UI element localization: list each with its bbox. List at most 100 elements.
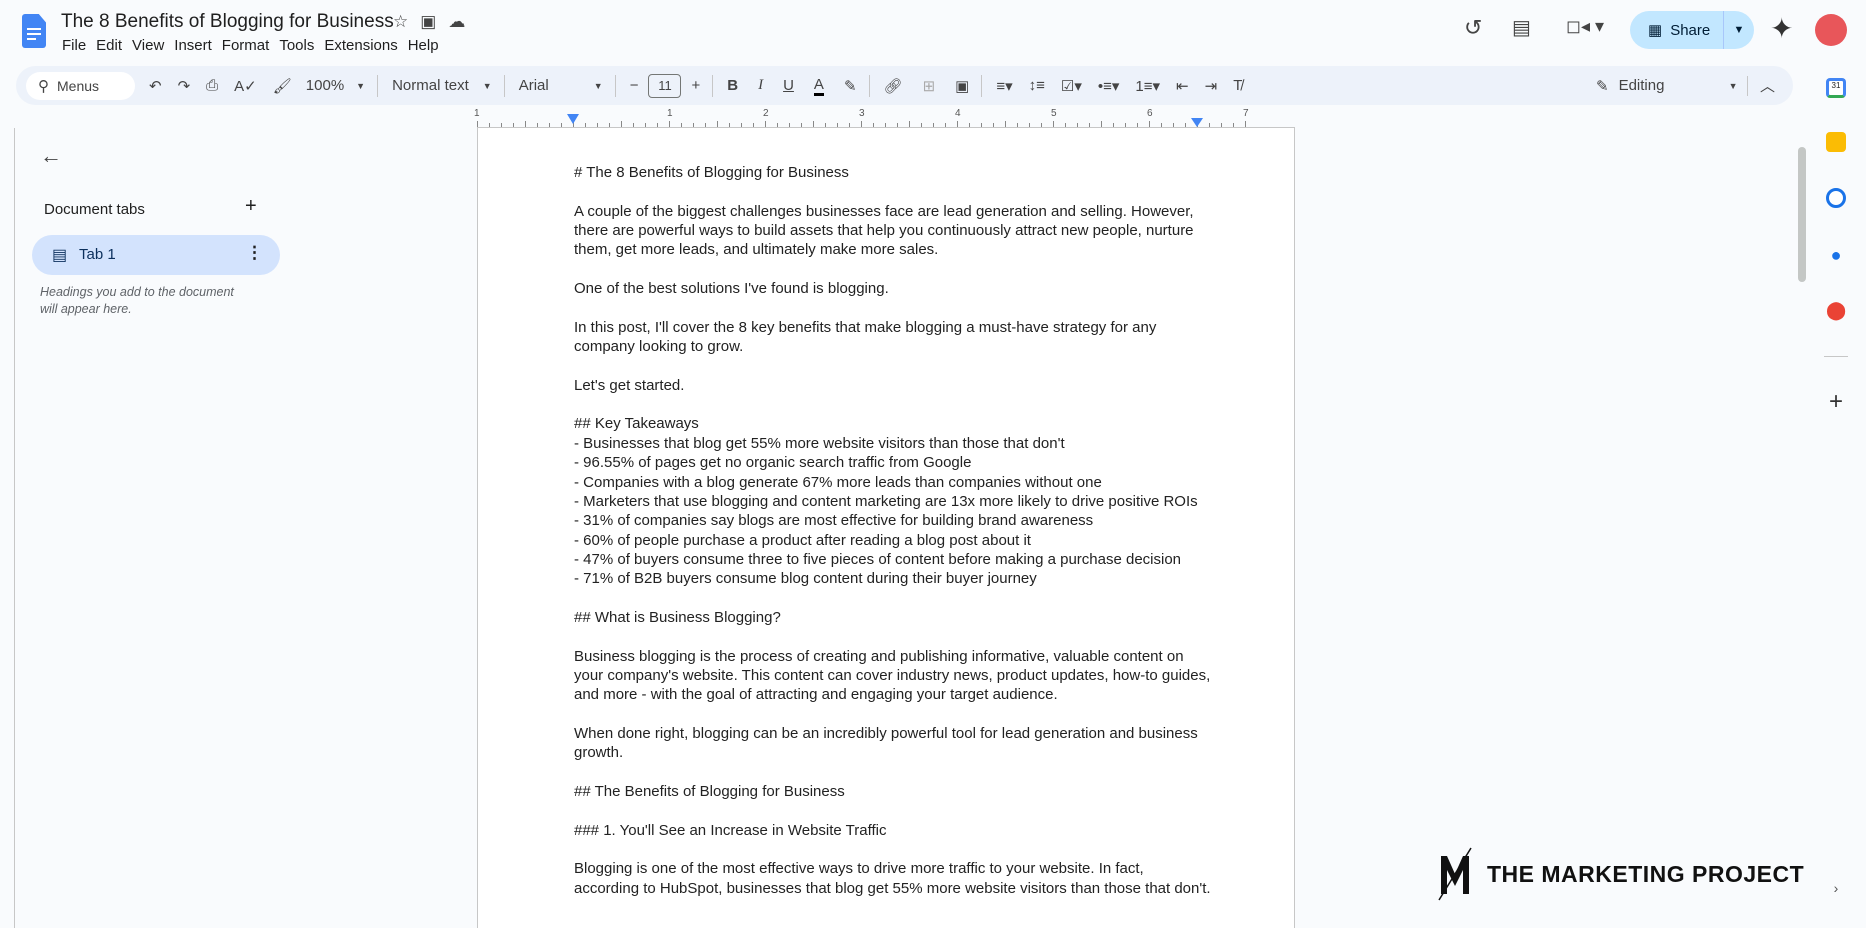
doc-text-line (574, 801, 1211, 820)
doc-text-line: growth. (574, 744, 624, 762)
doc-text-line (574, 763, 1211, 782)
menu-format[interactable]: Format (222, 37, 279, 54)
doc-text-line (574, 182, 1211, 201)
menu-view[interactable]: View (132, 37, 173, 54)
doc-text-line: them, get more leads, and ultimately mak… (574, 241, 939, 259)
italic-icon[interactable]: I (758, 77, 763, 94)
align-icon[interactable]: ≡▾ (996, 77, 1012, 95)
meet-icon[interactable]: ◻◂ ▾ (1566, 16, 1604, 37)
checklist-icon[interactable]: ☑▾ (1061, 77, 1082, 95)
doc-heading-line: ## Key Takeaways (574, 415, 699, 433)
back-arrow-icon[interactable]: ← (40, 143, 62, 169)
document-title[interactable]: The 8 Benefits of Blogging for Business (61, 11, 394, 33)
calendar-icon[interactable]: 31 (1826, 78, 1846, 98)
zoom-select[interactable]: 100% ▼ (306, 77, 365, 94)
menu-file[interactable]: File (62, 37, 95, 54)
doc-text-line: In this post, I'll cover the 8 key benef… (574, 318, 1157, 336)
style-select[interactable]: Normal text ▼ (392, 77, 492, 94)
numbered-list-icon[interactable]: 1≡▾ (1135, 77, 1160, 95)
avatar[interactable] (1815, 14, 1847, 46)
bulleted-list-icon[interactable]: •≡▾ (1098, 77, 1120, 95)
marketing-project-logo-icon (1438, 847, 1472, 901)
watermark-logo: THE MARKETING PROJECT (1437, 846, 1804, 902)
bold-icon[interactable]: B (727, 77, 738, 94)
link-icon[interactable]: 🔗︎ (884, 77, 903, 95)
doc-list-line: - 96.55% of pages get no organic search … (574, 454, 972, 472)
doc-text-line: One of the best solutions I've found is … (574, 280, 889, 298)
doc-text-line (574, 260, 1211, 279)
doc-text-line: company looking to grow. (574, 338, 744, 356)
font-size-input[interactable]: 11 (648, 73, 682, 98)
collapse-toolbar-icon[interactable]: ︿ (1760, 75, 1775, 96)
building-icon: ▦ (1648, 22, 1663, 39)
text-color-icon[interactable]: A (813, 76, 824, 96)
menu-extensions[interactable]: Extensions (324, 37, 406, 54)
contacts-icon[interactable]: ● (1826, 245, 1846, 265)
docs-logo-icon[interactable] (22, 14, 46, 48)
star-icon[interactable]: ☆ (393, 12, 408, 32)
increase-indent-icon[interactable]: ⇥ (1205, 77, 1218, 95)
search-icon: ⚲ (38, 77, 49, 95)
undo-icon[interactable]: ↶ (149, 77, 162, 95)
comments-icon[interactable]: ▤ (1512, 15, 1531, 40)
keep-icon[interactable] (1826, 132, 1846, 152)
doc-text-line (574, 589, 1211, 608)
ruler-label: 2 (763, 108, 769, 119)
version-history-icon[interactable]: ↺ (1464, 15, 1482, 41)
editing-mode-select[interactable]: ✎ Editing ▼ (1596, 66, 1738, 105)
add-comment-icon[interactable]: ⊞ (923, 77, 936, 95)
decrease-font-icon[interactable]: − (630, 77, 639, 94)
move-folder-icon[interactable]: ▣ (420, 12, 436, 32)
menu-insert[interactable]: Insert (174, 37, 221, 54)
doc-heading-line: # The 8 Benefits of Blogging for Busines… (574, 164, 849, 181)
line-spacing-icon[interactable]: ↕≡ (1029, 77, 1045, 94)
font-select[interactable]: Arial ▼ (519, 77, 603, 94)
search-menus-input[interactable]: ⚲ Menus (26, 71, 135, 100)
doc-text-line (574, 705, 1211, 724)
ruler-label: 6 (1147, 108, 1153, 119)
paint-format-icon[interactable]: 🖌 (273, 77, 292, 95)
document-tabs-heading: Document tabs (44, 201, 145, 218)
maps-icon[interactable]: ⬤ (1826, 300, 1846, 320)
share-label: Share (1670, 21, 1711, 39)
print-icon[interactable]: ⎙ (206, 77, 218, 94)
increase-font-icon[interactable]: + (691, 77, 700, 94)
toolbar: ⚲ Menus ↶ ↷ ⎙ A✓ 🖌 100% ▼ Normal text ▼ Arial ▼ … (16, 66, 1793, 105)
doc-text-line: A couple of the biggest challenges busin… (574, 202, 1194, 220)
share-dropdown-icon[interactable]: ▼ (1724, 24, 1754, 36)
doc-text-line: your company's website. This content can… (574, 666, 1211, 684)
image-icon[interactable]: ▣ (955, 77, 969, 95)
tab-options-icon[interactable]: ⋮ (246, 243, 263, 263)
tab-1[interactable]: ▤ Tab 1 ⋮ (32, 235, 280, 275)
redo-icon[interactable]: ↷ (178, 77, 191, 95)
cloud-saved-icon[interactable]: ☁ (448, 12, 465, 32)
doc-text-line: Business blogging is the process of crea… (574, 647, 1184, 665)
doc-list-line: - 60% of people purchase a product after… (574, 531, 1031, 549)
pencil-icon: ✎ (1596, 77, 1609, 95)
doc-text-line: and more - with the goal of attracting a… (574, 686, 1058, 704)
doc-text-line (574, 840, 1211, 859)
ruler-label: 7 (1243, 108, 1249, 119)
get-addons-icon[interactable]: + (1826, 388, 1846, 415)
document-icon: ▤ (52, 247, 68, 264)
menu-help[interactable]: Help (408, 37, 448, 54)
clear-formatting-icon[interactable]: T̸ (1233, 77, 1242, 94)
spellcheck-icon[interactable]: A✓ (234, 77, 257, 95)
tasks-icon[interactable] (1826, 188, 1846, 208)
doc-text-line: When done right, blogging can be an incr… (574, 724, 1198, 742)
menu-tools[interactable]: Tools (279, 37, 323, 54)
expand-panel-icon[interactable]: › (1826, 880, 1846, 900)
ruler[interactable]: 1 1 2 3 4 5 6 7 (474, 108, 1295, 128)
add-tab-icon[interactable]: + (245, 195, 257, 218)
menu-edit[interactable]: Edit (96, 37, 131, 54)
highlight-icon[interactable]: ✎ (844, 77, 857, 95)
doc-text-line (574, 356, 1211, 375)
ruler-label: 3 (859, 108, 865, 119)
share-button[interactable]: ▦ Share ▼ (1630, 11, 1754, 49)
doc-list-line: - 31% of companies say blogs are most ef… (574, 512, 1094, 530)
underline-icon[interactable]: U (783, 77, 794, 94)
document-body[interactable]: # The 8 Benefits of Blogging for Busines… (574, 163, 1211, 898)
scrollbar[interactable] (1798, 147, 1806, 282)
gemini-icon[interactable]: ✦ (1770, 12, 1793, 45)
decrease-indent-icon[interactable]: ⇤ (1176, 77, 1189, 95)
